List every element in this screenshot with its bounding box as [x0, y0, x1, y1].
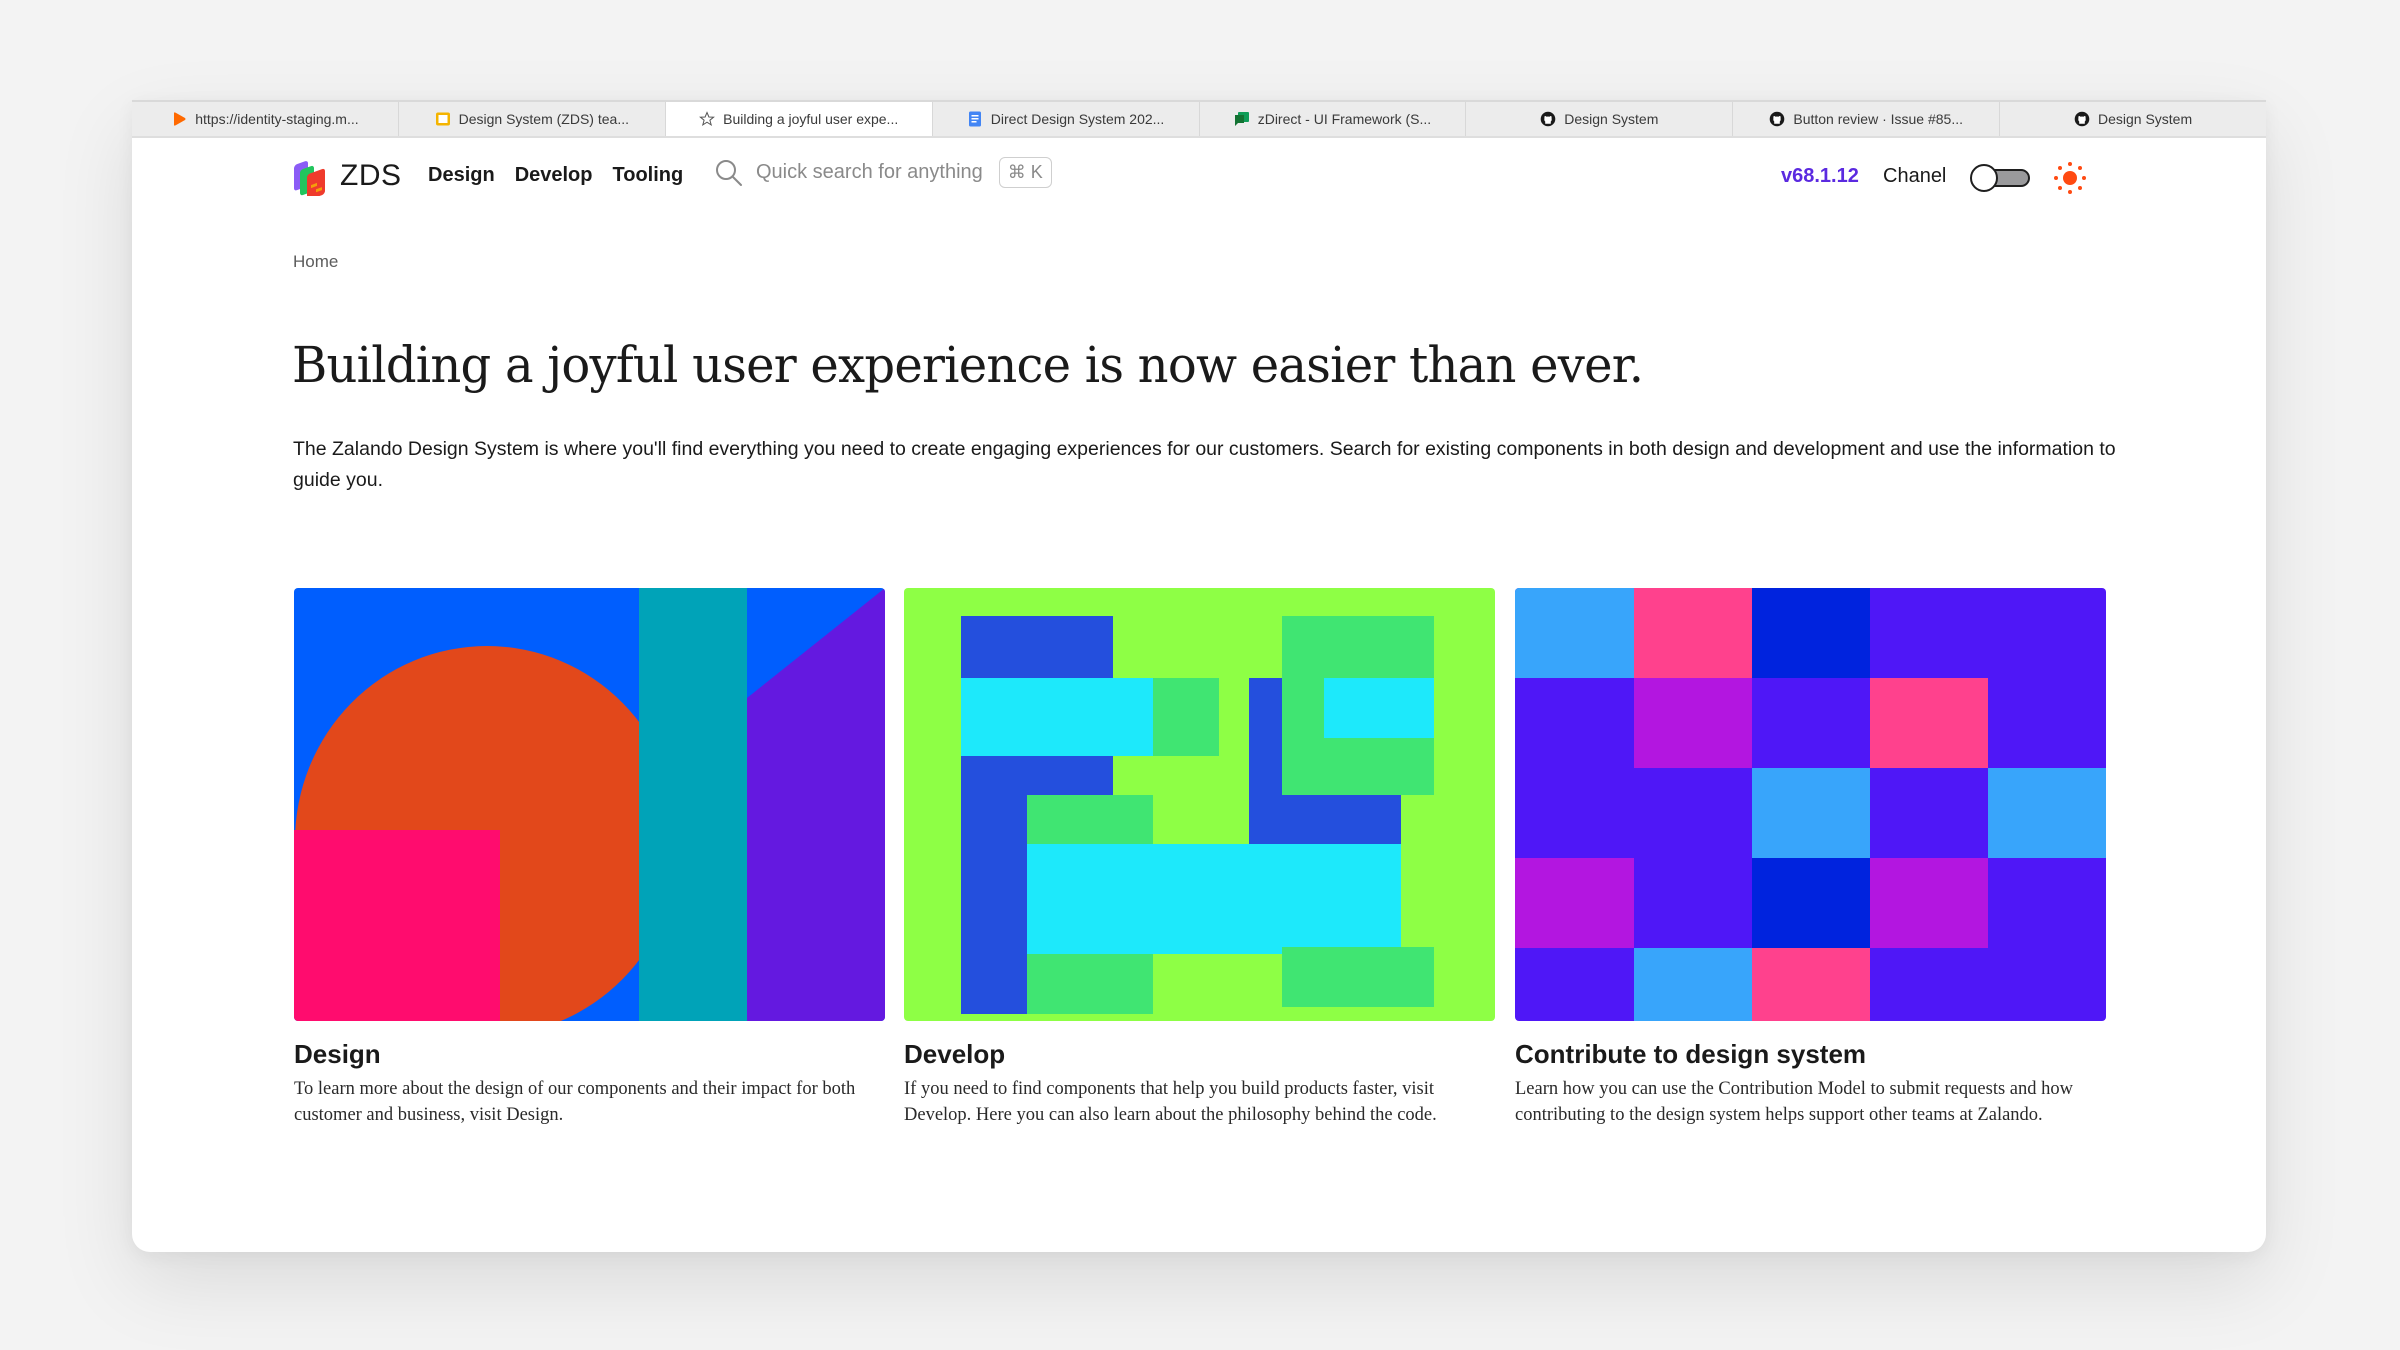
- nav-tooling[interactable]: Tooling: [613, 164, 684, 187]
- card-develop[interactable]: Develop If you need to find components t…: [904, 588, 1495, 1128]
- keyboard-shortcut-badge: ⌘ K: [998, 157, 1052, 188]
- docs-icon: [968, 111, 981, 127]
- design-illustration: [294, 588, 885, 1021]
- chat-icon: [1234, 112, 1249, 126]
- card-design[interactable]: Design To learn more about the design of…: [294, 588, 885, 1128]
- cards-section: Design To learn more about the design of…: [294, 588, 2106, 1188]
- tab-label: Building a joyful user expe...: [723, 111, 899, 127]
- nav-design[interactable]: Design: [428, 164, 495, 187]
- nav-develop[interactable]: Develop: [515, 164, 593, 187]
- card-title: Develop: [904, 1039, 1006, 1069]
- card-description: If you need to find components that help…: [904, 1079, 1437, 1125]
- zds-logo-icon: [294, 161, 325, 196]
- tab-label: Design System (ZDS) tea...: [458, 111, 629, 127]
- tab-label: Button review · Issue #85...: [1793, 111, 1963, 127]
- intro-paragraph: The Zalando Design System is where you'l…: [293, 438, 2116, 491]
- card-title: Contribute to design system: [1515, 1039, 1867, 1069]
- tab-label: zDirect - UI Framework (S...: [1257, 111, 1432, 127]
- card-title: Design: [294, 1039, 381, 1069]
- browser-tab[interactable]: Design System: [2000, 102, 2266, 136]
- tab-label: https://identity-staging.m...: [195, 111, 359, 127]
- browser-tab[interactable]: Design System: [1466, 102, 1734, 136]
- main-nav: Design Develop Tooling: [428, 164, 683, 187]
- browser-tab[interactable]: https://identity-staging.m...: [132, 102, 399, 136]
- browser-tab[interactable]: Design System (ZDS) tea...: [399, 102, 666, 136]
- card-description: Learn how you can use the Contribution M…: [1515, 1079, 2073, 1125]
- browser-window: https://identity-staging.m... Design Sys…: [132, 100, 2266, 1252]
- page-title: Building a joyful user experience is now…: [292, 336, 1644, 394]
- site-header: ZDS Design Develop Tooling Quick search …: [132, 138, 2266, 216]
- browser-tab[interactable]: Direct Design System 202...: [933, 102, 1200, 136]
- browser-tab-bar: https://identity-staging.m... Design Sys…: [132, 100, 2266, 138]
- tab-label: Design System: [1564, 111, 1659, 127]
- zds-logo[interactable]: ZDS: [292, 156, 402, 196]
- card-contribute[interactable]: Contribute to design system Learn how yo…: [1515, 588, 2106, 1128]
- develop-illustration: [904, 588, 1495, 1021]
- contribute-illustration: [1515, 588, 2106, 1021]
- tab-label: Design System: [2097, 111, 2193, 127]
- slides-icon: [435, 112, 450, 126]
- github-icon: [1770, 111, 1785, 127]
- zalando-play-icon: [174, 112, 186, 126]
- version-link[interactable]: v68.1.12: [1781, 165, 1859, 188]
- browser-tab-active[interactable]: Building a joyful user expe...: [665, 102, 933, 136]
- card-description: To learn more about the design of our co…: [294, 1079, 856, 1125]
- browser-tab[interactable]: Button review · Issue #85...: [1733, 102, 2001, 136]
- logo-text: ZDS: [340, 159, 402, 192]
- star-icon: [699, 111, 716, 127]
- tab-label: Direct Design System 202...: [990, 111, 1165, 127]
- breadcrumb[interactable]: Home: [293, 252, 338, 272]
- github-icon: [1540, 111, 1556, 127]
- search-icon: [716, 159, 742, 186]
- search-input[interactable]: Quick search for anything ⌘ K: [714, 157, 1052, 188]
- toggle-knob: [1970, 164, 1998, 192]
- browser-tab[interactable]: zDirect - UI Framework (S...: [1200, 102, 1467, 136]
- theme-label: Chanel: [1883, 165, 1947, 187]
- sun-icon[interactable]: [2052, 160, 2088, 196]
- search-placeholder: Quick search for anything: [756, 161, 983, 183]
- github-icon: [2074, 111, 2090, 127]
- theme-toggle[interactable]: [1970, 164, 2032, 192]
